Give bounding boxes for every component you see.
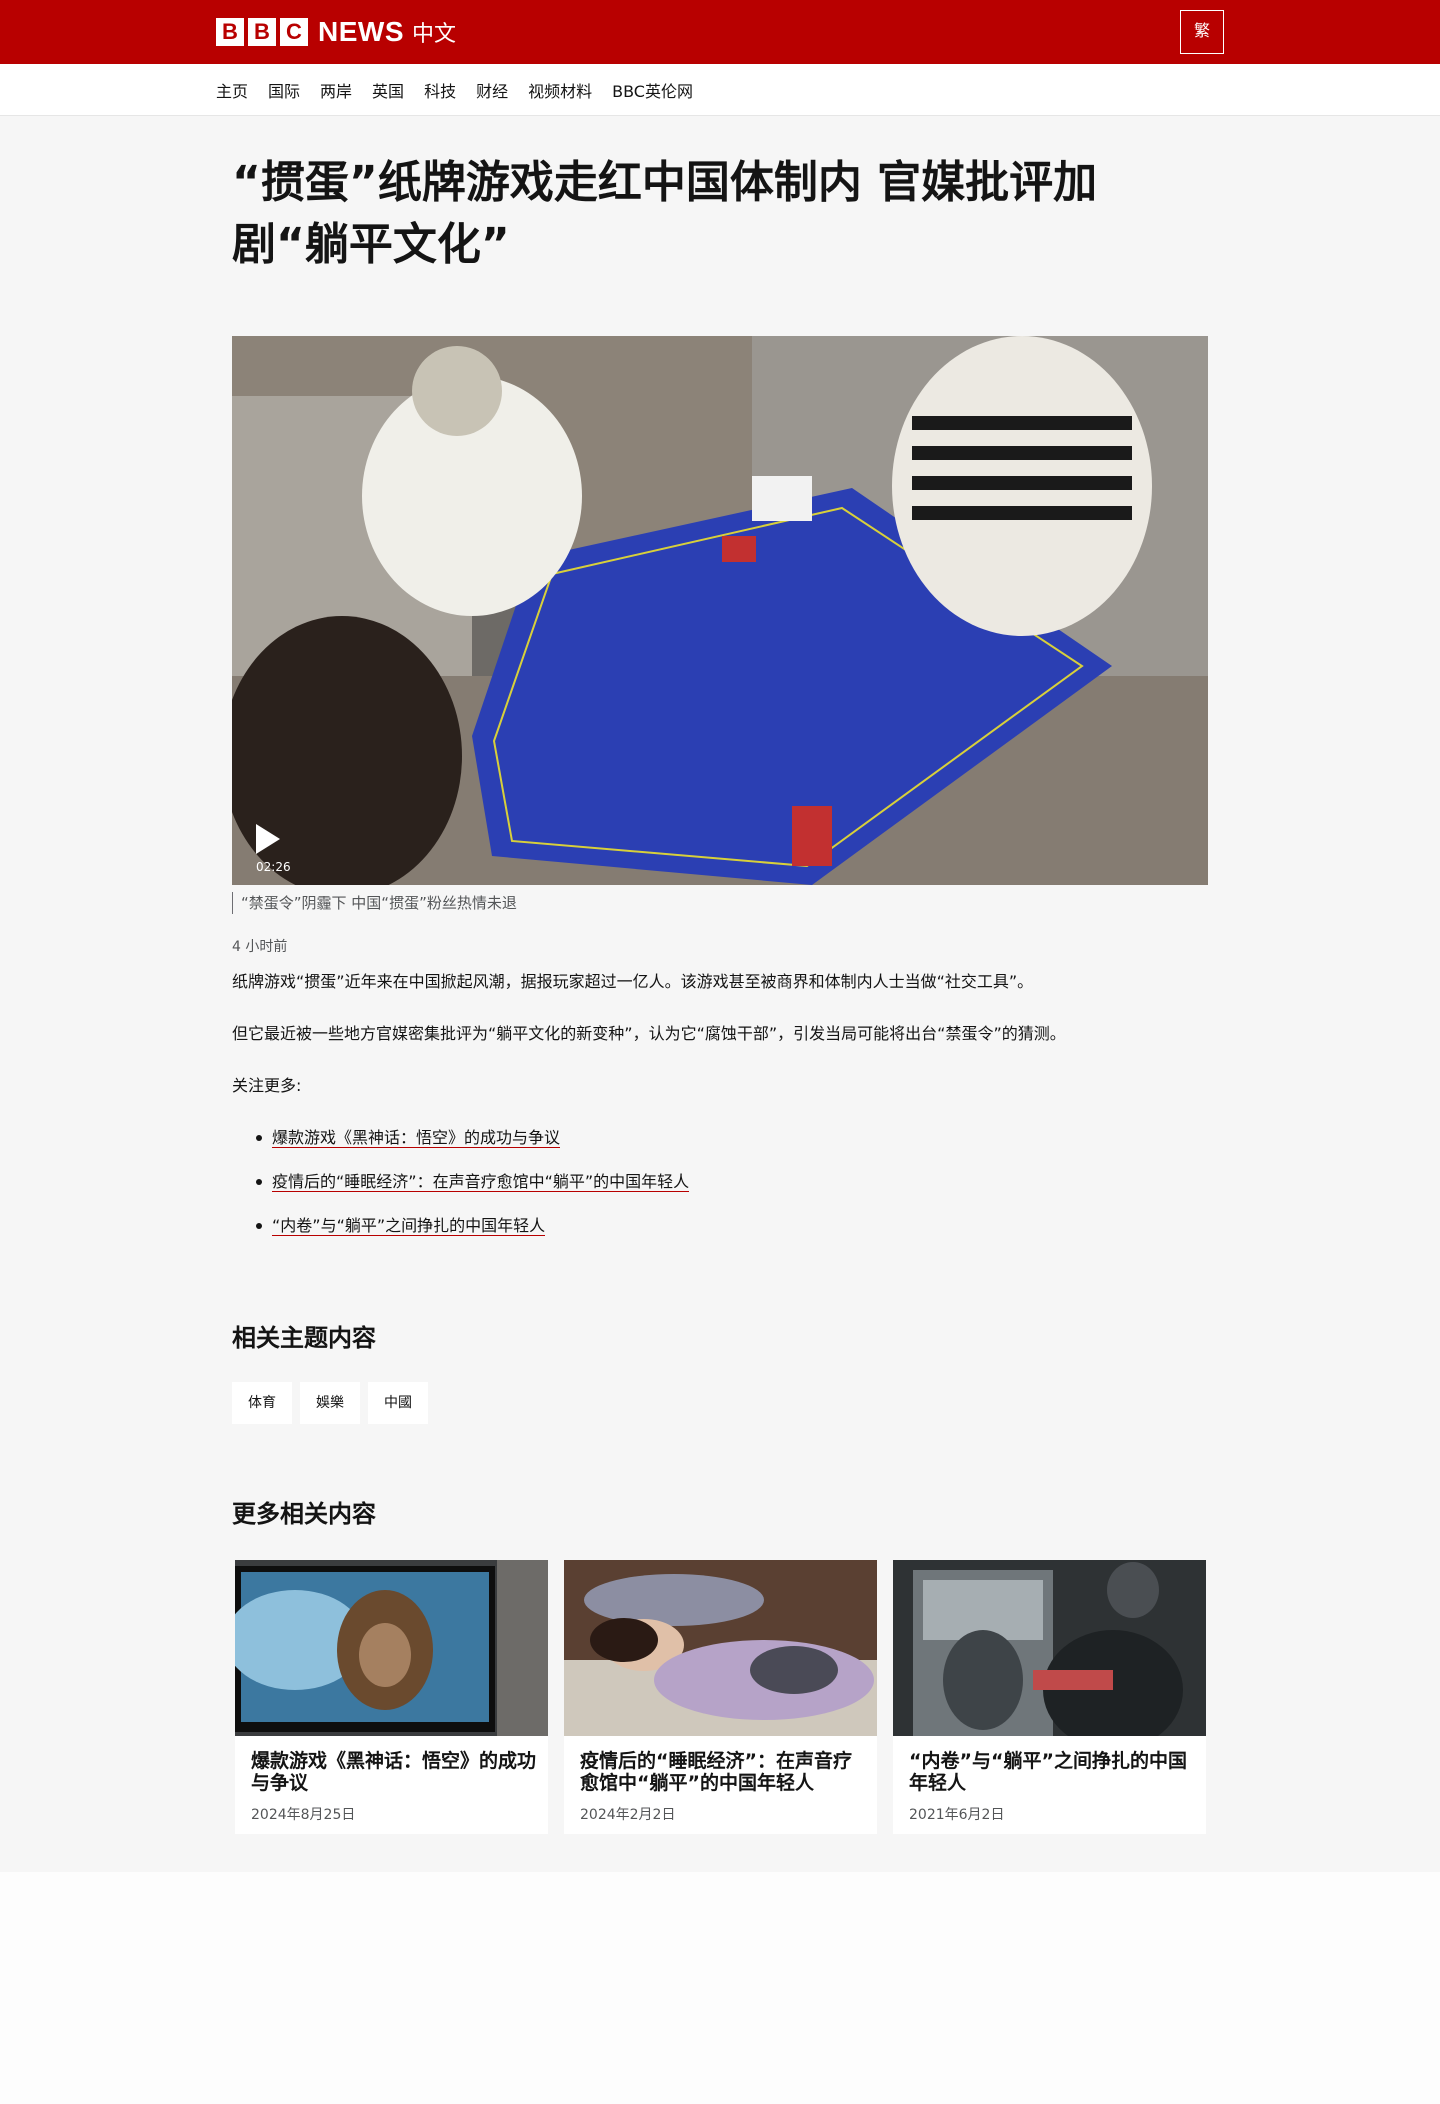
link-involution-lying-flat[interactable]: “内卷”与“躺平”之间挣扎的中国年轻人 (272, 1216, 546, 1236)
main-navigation: 主页 国际 两岸 英国 科技 财经 视频材料 BBC英伦网 (0, 64, 1440, 116)
nav-item-cross-strait[interactable]: 两岸 (320, 78, 352, 102)
video-caption: “禁蛋令”阴霾下 中国“掼蛋”粉丝热情未退 (232, 892, 517, 914)
video-thumbnail-illustration (232, 336, 1208, 885)
nav-list: 主页 国际 两岸 英国 科技 财经 视频材料 BBC英伦网 (216, 64, 713, 116)
play-icon[interactable] (256, 824, 280, 854)
card-date: 2021年6月2日 (909, 1807, 1005, 1823)
logo-news-text: NEWS (318, 16, 404, 47)
link-black-myth-wukong[interactable]: 爆款游戏《黑神话：悟空》的成功与争议 (272, 1128, 561, 1148)
list-item: “内卷”与“躺平”之间挣扎的中国年轻人 (232, 1212, 689, 1256)
article-paragraph-2: 但它最近被一些地方官媒密集批评为“躺平文化的新变种”，认为它“腐蚀干部”，引发当… (232, 1024, 1066, 1043)
more-related-title: 更多相关内容 (232, 1500, 376, 1528)
nav-item-uk[interactable]: 英国 (372, 78, 404, 102)
logo-chinese-text: 中文 (412, 22, 457, 47)
related-card-1[interactable]: 爆款游戏《黑神话：悟空》的成功与争议 2024年8月25日 (235, 1560, 548, 1834)
related-topics-title: 相关主题内容 (232, 1324, 376, 1352)
nav-item-home[interactable]: 主页 (216, 78, 248, 102)
nav-item-tech[interactable]: 科技 (424, 78, 456, 102)
related-links-list: 爆款游戏《黑神话：悟空》的成功与争议 疫情后的“睡眠经济”：在声音疗愈馆中“躺平… (232, 1124, 690, 1256)
nav-item-international[interactable]: 国际 (268, 78, 300, 102)
video-player[interactable]: 02:26 (232, 336, 1208, 885)
related-card-3[interactable]: “内卷”与“躺平”之间挣扎的中国年轻人 2021年6月2日 (893, 1560, 1206, 1834)
tag-china[interactable]: 中國 (368, 1382, 428, 1424)
nav-item-video[interactable]: 视频材料 (528, 78, 592, 102)
nav-item-bbc-uk-china[interactable]: BBC英伦网 (612, 78, 693, 102)
logo-letter-b1: B (216, 18, 244, 46)
card-title: 疫情后的“睡眠经济”：在声音疗愈馆中“躺平”的中国年轻人 (580, 1750, 852, 1794)
top-header: B B C NEWS 中文 繁 (0, 0, 1440, 64)
video-duration: 02:26 (256, 860, 291, 874)
logo-letter-c: C (280, 18, 308, 46)
related-cards: 爆款游戏《黑神话：悟空》的成功与争议 2024年8月25日 疫情后的“睡眠经济”… (235, 1560, 1222, 1834)
list-item: 爆款游戏《黑神话：悟空》的成功与争议 (232, 1124, 689, 1168)
related-card-2[interactable]: 疫情后的“睡眠经济”：在声音疗愈馆中“躺平”的中国年轻人 2024年2月2日 (564, 1560, 877, 1834)
card-thumbnail (893, 1560, 1206, 1736)
nav-item-finance[interactable]: 财经 (476, 78, 508, 102)
article-paragraph-1: 纸牌游戏“掼蛋”近年来在中国掀起风潮，据报玩家超过一亿人。该游戏甚至被商界和体制… (232, 972, 1034, 991)
traditional-chinese-toggle-button[interactable]: 繁 (1180, 10, 1224, 54)
list-item: 疫情后的“睡眠经济”：在声音疗愈馆中“躺平”的中国年轻人 (232, 1168, 690, 1212)
card-thumbnail (564, 1560, 877, 1736)
card-date: 2024年2月2日 (580, 1807, 676, 1823)
link-sleep-economy[interactable]: 疫情后的“睡眠经济”：在声音疗愈馆中“躺平”的中国年轻人 (272, 1172, 690, 1192)
card-title: “内卷”与“躺平”之间挣扎的中国年轻人 (909, 1750, 1187, 1794)
card-image-sleeping-people (564, 1560, 877, 1736)
tag-entertainment[interactable]: 娛樂 (300, 1382, 360, 1424)
card-image-monitor (235, 1560, 548, 1736)
bbc-news-logo[interactable]: B B C NEWS 中文 (216, 16, 456, 48)
tag-sports[interactable]: 体育 (232, 1382, 292, 1424)
topic-tags: 体育 娛樂 中國 (232, 1382, 436, 1424)
card-title: 爆款游戏《黑神话：悟空》的成功与争议 (251, 1750, 537, 1794)
logo-letter-b2: B (248, 18, 276, 46)
card-thumbnail (235, 1560, 548, 1736)
article-timestamp: 4 小时前 (232, 939, 288, 955)
article-headline: “掼蛋”纸牌游戏走红中国体制内 官媒批评加剧“躺平文化” (232, 157, 1098, 270)
card-image-subway (893, 1560, 1206, 1736)
card-date: 2024年8月25日 (251, 1807, 356, 1823)
follow-more-label: 关注更多: (232, 1076, 302, 1095)
